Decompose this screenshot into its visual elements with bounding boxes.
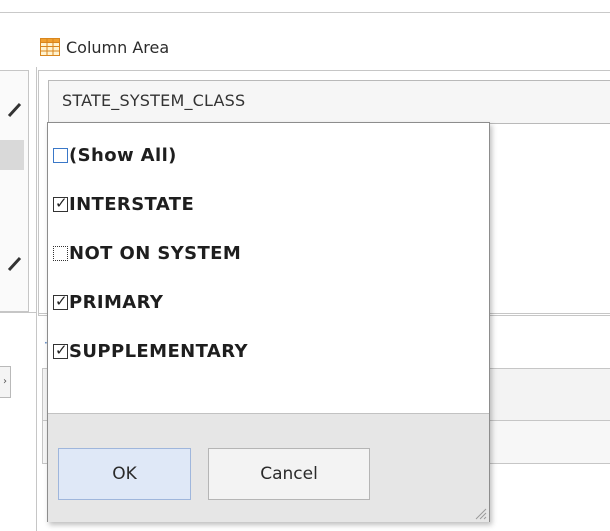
filter-item-label: PRIMARY [69,292,164,313]
checkmark-icon: ✓ [55,341,68,359]
left-separator [0,312,36,313]
checkmark-icon: ✓ [55,194,68,212]
filter-item[interactable]: ✓ SUPPLEMENTARY [48,327,489,376]
filter-item[interactable]: (Show All) [48,131,489,180]
top-divider [0,12,610,13]
checkmark-icon: ✓ [55,292,68,310]
table-icon [40,38,60,56]
ok-button[interactable]: OK [58,448,191,500]
checkbox-checked-icon[interactable]: ✓ [53,292,68,310]
scroll-up-icon[interactable] [6,98,24,120]
resize-grip-icon[interactable] [473,506,487,520]
left-panel-scroll-thumb[interactable] [0,140,24,170]
left-border [36,67,37,531]
checkbox-checked-icon[interactable]: ✓ [53,341,68,359]
filter-item[interactable]: ✓ INTERSTATE [48,180,489,229]
filter-item[interactable]: ✓ PRIMARY [48,278,489,327]
column-area-header: Column Area [40,34,169,60]
checkbox-checked-icon[interactable]: ✓ [53,194,68,212]
column-area-label: Column Area [66,37,170,57]
filter-item-label: SUPPLEMENTARY [69,341,248,362]
filter-item-label: INTERSTATE [69,194,195,215]
filter-item-label: NOT ON SYSTEM [69,243,242,264]
filter-item[interactable]: NOT ON SYSTEM [48,229,489,278]
checkbox-unchecked-icon[interactable] [53,246,68,261]
checkbox-unchecked-icon[interactable] [53,148,68,163]
filter-popup: (Show All) ✓ INTERSTATE NOT ON SYSTEM ✓ PRIMA… [47,122,490,522]
filter-popup-footer: OK Cancel [48,413,489,522]
cancel-button[interactable]: Cancel [208,448,370,500]
left-expand-button[interactable]: › [0,366,11,398]
field-header-label: STATE_SYSTEM_CLASS [62,91,246,110]
filter-item-label: (Show All) [69,145,177,166]
filter-value-list: (Show All) ✓ INTERSTATE NOT ON SYSTEM ✓ PRIMA… [48,131,489,376]
scroll-down-icon[interactable] [6,252,24,274]
